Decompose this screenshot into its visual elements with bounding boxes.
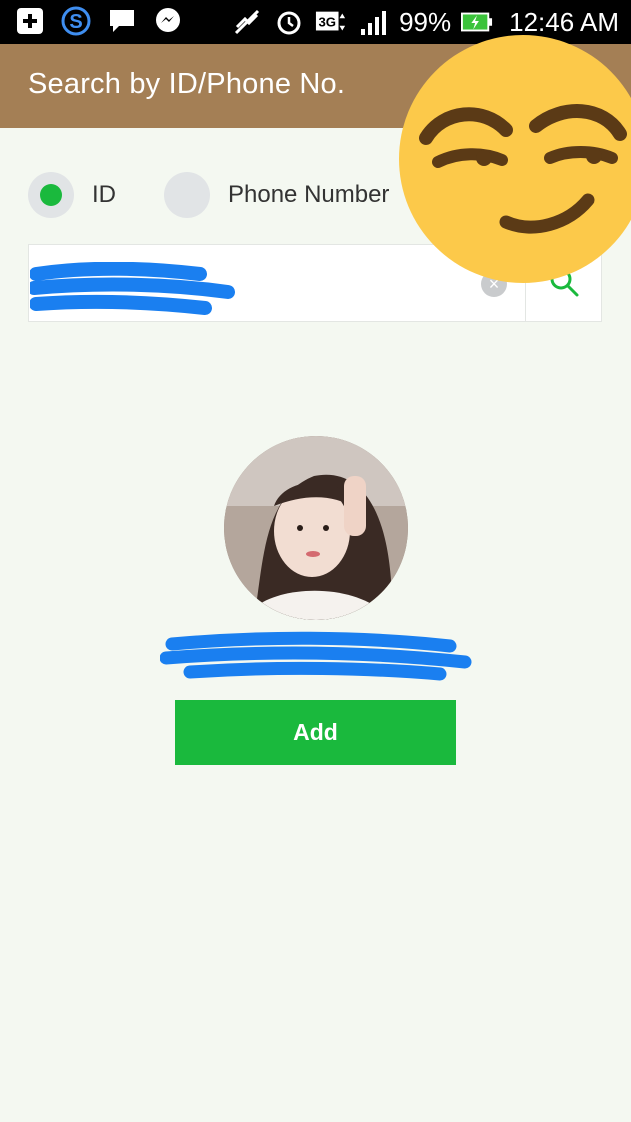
add-button[interactable]: Add [175,700,456,765]
radio-phone-number[interactable] [164,172,210,218]
radio-id-label: ID [92,181,116,208]
search-type-selector: ID Phone Number [28,172,389,218]
smirk-emoji-icon [399,35,631,283]
radio-phone-number-label: Phone Number [228,181,390,208]
page-title: Search by ID/Phone No. [28,68,346,100]
battery-charging-icon [461,7,493,37]
redaction-scribble [30,262,235,315]
message-icon [106,6,138,36]
messenger-icon [152,6,184,36]
svg-text:3G: 3G [319,15,337,30]
add-icon [14,6,46,36]
name-redaction-scribble [160,631,472,681]
network-3g-icon: 3G [315,7,347,37]
svg-text:S: S [69,11,82,33]
clock: 12:46 AM [509,6,619,37]
avatar [224,436,408,620]
radio-id[interactable] [28,172,74,218]
s-app-icon: S [60,6,92,36]
mute-icon [231,7,263,37]
signal-icon [357,7,389,37]
alarm-icon [273,7,305,37]
battery-percent: 99% [399,6,452,37]
